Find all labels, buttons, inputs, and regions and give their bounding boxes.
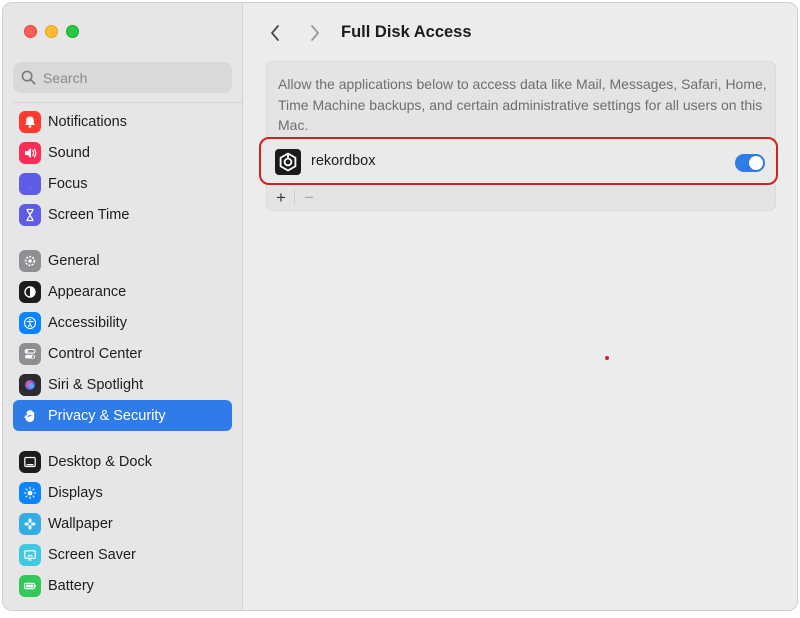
sun-icon [19, 481, 41, 504]
siri-icon [19, 373, 41, 396]
sidebar-item-focus[interactable]: Focus [13, 168, 232, 199]
rekordbox-access-toggle[interactable] [735, 154, 765, 172]
zoom-window-button[interactable] [66, 25, 79, 38]
sidebar-item-general[interactable]: General [13, 245, 232, 276]
accessibility-icon [19, 311, 41, 334]
back-button[interactable] [263, 19, 287, 47]
sidebar: Notifications Sound Focus Screen Time [3, 3, 243, 610]
sidebar-item-label: General [48, 252, 100, 269]
sidebar-item-screen-saver[interactable]: Screen Saver [13, 539, 232, 570]
page-title: Full Disk Access [341, 23, 472, 41]
toggle-knob [749, 156, 763, 170]
sidebar-item-label: Desktop & Dock [48, 453, 152, 470]
bell-icon [19, 110, 41, 133]
chevron-right-icon [311, 25, 319, 41]
sidebar-item-appearance[interactable]: Appearance [13, 276, 232, 307]
screensaver-icon [19, 543, 41, 566]
speaker-icon [19, 141, 41, 164]
sidebar-item-battery[interactable]: Battery [13, 570, 232, 601]
sidebar-item-control-center[interactable]: Control Center [13, 338, 232, 369]
flower-icon [19, 512, 41, 535]
sidebar-item-desktop-dock[interactable]: Desktop & Dock [13, 446, 232, 477]
sidebar-item-label: Control Center [48, 345, 143, 362]
gear-icon [19, 249, 41, 272]
main-pane: Full Disk Access Allow the applications … [244, 3, 797, 610]
settings-window: Notifications Sound Focus Screen Time [2, 2, 798, 611]
sidebar-item-label: Displays [48, 484, 103, 501]
sidebar-item-label: Wallpaper [48, 515, 113, 532]
full-disk-access-panel: Allow the applications below to access d… [266, 61, 776, 211]
forward-button[interactable] [303, 19, 327, 47]
cursor-dot [605, 356, 609, 360]
sidebar-divider [13, 102, 242, 103]
sidebar-item-label: Screen Time [48, 206, 130, 223]
sidebar-item-privacy-security[interactable]: Privacy & Security [13, 400, 232, 431]
sidebar-item-label: Notifications [48, 113, 127, 130]
hand-icon [19, 404, 41, 427]
appearance-icon [19, 280, 41, 303]
sidebar-item-label: Focus [48, 175, 88, 192]
sidebar-item-label: Privacy & Security [48, 407, 166, 424]
panel-description: Allow the applications below to access d… [278, 76, 767, 133]
dock-icon [19, 450, 41, 473]
search-field[interactable] [13, 62, 232, 93]
app-name: rekordbox [311, 153, 376, 169]
remove-app-button[interactable]: − [296, 186, 322, 208]
minimize-window-button[interactable] [45, 25, 58, 38]
close-window-button[interactable] [24, 25, 37, 38]
moon-icon [19, 172, 41, 195]
sidebar-item-label: Siri & Spotlight [48, 376, 144, 393]
sidebar-item-wallpaper[interactable]: Wallpaper [13, 508, 232, 539]
sidebar-item-siri-spotlight[interactable]: Siri & Spotlight [13, 369, 232, 400]
search-icon [21, 70, 36, 85]
sidebar-item-label: Screen Saver [48, 546, 136, 563]
sidebar-item-screen-time[interactable]: Screen Time [13, 199, 232, 230]
sidebar-item-displays[interactable]: Displays [13, 477, 232, 508]
sidebar-item-label: Accessibility [48, 314, 127, 331]
switches-icon [19, 342, 41, 365]
sidebar-item-label: Battery [48, 577, 94, 594]
app-row-rekordbox[interactable]: rekordbox [259, 137, 778, 185]
sidebar-item-label: Appearance [48, 283, 127, 300]
hourglass-icon [19, 203, 41, 226]
sidebar-item-label: Sound [48, 144, 90, 161]
battery-icon [19, 574, 41, 597]
window-controls [24, 25, 79, 38]
sidebar-item-notifications[interactable]: Notifications [13, 106, 232, 137]
chevron-left-icon [271, 25, 279, 41]
sidebar-item-sound[interactable]: Sound [13, 137, 232, 168]
rekordbox-icon [275, 149, 301, 175]
add-app-button[interactable]: + [268, 186, 294, 208]
search-input[interactable] [43, 69, 213, 86]
sidebar-item-accessibility[interactable]: Accessibility [13, 307, 232, 338]
button-divider [294, 189, 295, 205]
